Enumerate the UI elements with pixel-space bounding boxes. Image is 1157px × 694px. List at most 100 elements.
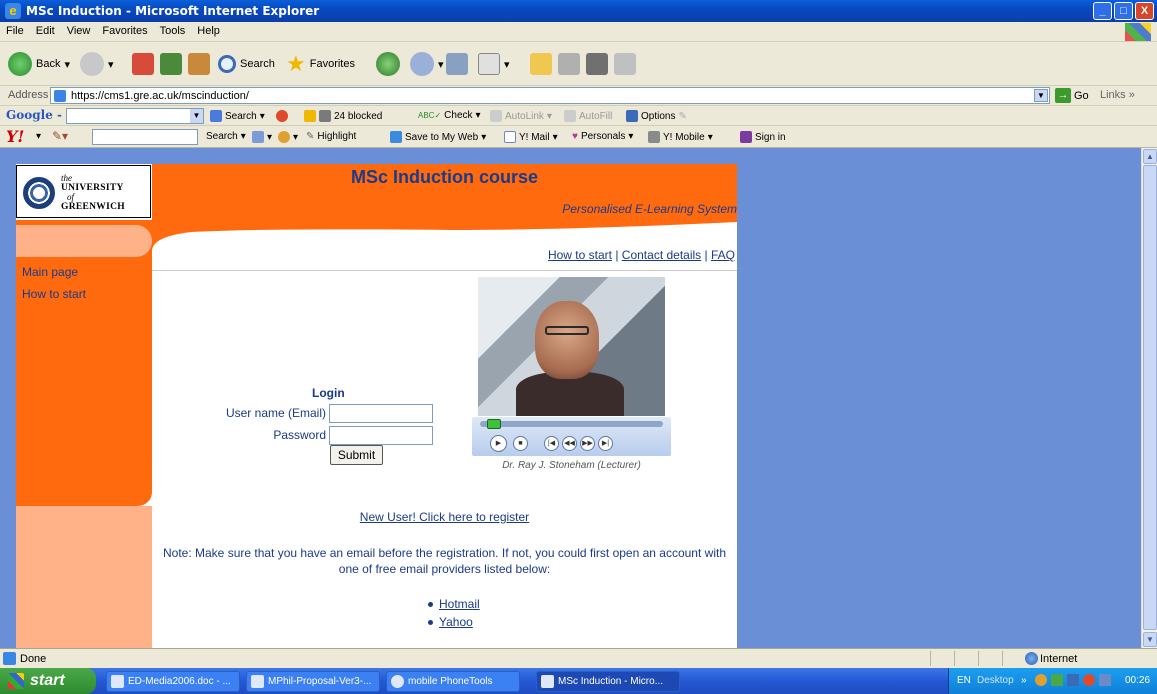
tray-app-icon[interactable] bbox=[1051, 674, 1063, 686]
google-search-input[interactable]: ▼ bbox=[66, 108, 204, 124]
submit-button[interactable]: Submit bbox=[330, 445, 383, 465]
menu-view[interactable]: View bbox=[61, 22, 97, 37]
home-icon bbox=[188, 53, 210, 75]
contact-details-link[interactable]: Contact details bbox=[622, 248, 701, 262]
yahoo-antispy-button[interactable]: ▾ bbox=[278, 131, 298, 143]
search-button[interactable]: Search bbox=[218, 50, 275, 78]
options-button[interactable]: Options ✎ bbox=[626, 110, 687, 122]
edit-button[interactable]: ▾ bbox=[478, 50, 510, 78]
network-icon[interactable] bbox=[1099, 674, 1111, 686]
word-doc-icon bbox=[111, 675, 124, 688]
google-dropdown-icon[interactable]: ▼ bbox=[190, 109, 203, 123]
yahoo-mail-button[interactable]: Y! Mail ▾ bbox=[504, 131, 558, 143]
next-button[interactable]: ▶| bbox=[598, 436, 613, 451]
seek-bar[interactable] bbox=[480, 421, 663, 427]
university-logo[interactable]: the UNIVERSITY of GREENWICH bbox=[16, 165, 151, 218]
popup-blocker-button[interactable]: 24 blocked bbox=[304, 110, 382, 122]
research-button[interactable] bbox=[586, 50, 608, 78]
rewind-button[interactable]: ◀◀ bbox=[562, 436, 577, 451]
sidebar-item-main-page[interactable]: Main page bbox=[22, 265, 78, 279]
favorites-button[interactable]: ★ Favorites bbox=[286, 50, 355, 78]
menu-edit[interactable]: Edit bbox=[30, 22, 61, 37]
how-to-start-link[interactable]: How to start bbox=[548, 248, 612, 262]
scroll-down-icon[interactable]: ▼ bbox=[1143, 632, 1157, 647]
clock[interactable]: 00:26 bbox=[1125, 675, 1150, 686]
pagerank-button[interactable] bbox=[276, 110, 288, 122]
yahoo-link[interactable]: Yahoo bbox=[439, 615, 473, 629]
sidebar-item-how-to-start[interactable]: How to start bbox=[22, 287, 86, 301]
password-field[interactable] bbox=[329, 426, 433, 445]
desktop-toolbar[interactable]: Desktop bbox=[977, 675, 1014, 686]
list-item: Yahoo bbox=[428, 615, 473, 629]
tray-app-icon[interactable] bbox=[1083, 674, 1095, 686]
address-dropdown-icon[interactable]: ▼ bbox=[1034, 89, 1048, 102]
vertical-scrollbar[interactable]: ▲ ▼ bbox=[1141, 148, 1157, 648]
menu-file[interactable]: File bbox=[0, 22, 30, 37]
taskbar-item-mphil-proposal[interactable]: MPhil-Proposal-Ver3-... bbox=[246, 671, 380, 692]
mail-icon bbox=[504, 131, 516, 143]
toolbar-chevron[interactable]: » bbox=[1021, 675, 1027, 686]
yahoo-dropdown-icon[interactable]: ▾ bbox=[36, 131, 41, 142]
maximize-button[interactable]: □ bbox=[1114, 2, 1133, 20]
home-button[interactable] bbox=[188, 50, 210, 78]
autofill-button[interactable]: AutoFill bbox=[564, 110, 612, 122]
mail-button[interactable]: ▾ bbox=[410, 50, 444, 78]
tray-app-icon[interactable] bbox=[1067, 674, 1079, 686]
yahoo-search-input[interactable] bbox=[92, 129, 198, 145]
favorites-label: Favorites bbox=[309, 58, 355, 70]
google-logo[interactable]: Google - bbox=[6, 108, 62, 122]
print-button[interactable] bbox=[446, 50, 468, 78]
yahoo-mobile-button[interactable]: Y! Mobile ▾ bbox=[648, 131, 713, 143]
register-link[interactable]: New User! Click here to register bbox=[152, 510, 737, 524]
tray-app-icon[interactable] bbox=[1035, 674, 1047, 686]
fast-forward-button[interactable]: ▶▶ bbox=[580, 436, 595, 451]
header-wave-decoration bbox=[152, 220, 737, 250]
username-field[interactable] bbox=[329, 404, 433, 423]
scroll-thumb[interactable] bbox=[1143, 165, 1157, 630]
seek-handle[interactable] bbox=[486, 419, 501, 429]
hotmail-link[interactable]: Hotmail bbox=[439, 597, 480, 611]
scroll-up-icon[interactable]: ▲ bbox=[1143, 149, 1157, 164]
autolink-button[interactable]: AutoLink ▾ bbox=[490, 110, 552, 122]
folder-icon bbox=[530, 53, 552, 75]
sign-in-button[interactable]: Sign in bbox=[740, 131, 786, 143]
google-search-button[interactable]: Search ▾ bbox=[210, 110, 265, 122]
menu-help[interactable]: Help bbox=[191, 22, 226, 37]
go-button[interactable]: → Go bbox=[1055, 88, 1089, 103]
messenger-button[interactable] bbox=[614, 50, 636, 78]
close-button[interactable]: X bbox=[1135, 2, 1154, 20]
taskbar-item-msc-induction[interactable]: MSc Induction - Micro... bbox=[536, 671, 680, 692]
yahoo-search-button[interactable]: Search ▾ bbox=[206, 131, 246, 142]
folder-button[interactable] bbox=[530, 50, 552, 78]
yahoo-logo[interactable]: Y! bbox=[6, 127, 24, 146]
spell-check-button[interactable]: ABC✓ Check ▾ bbox=[418, 110, 481, 121]
highlight-button[interactable]: ✎ Highlight bbox=[306, 131, 356, 142]
pencil-icon[interactable]: ✎▾ bbox=[52, 129, 68, 143]
stop-button[interactable] bbox=[132, 50, 154, 78]
stop-button[interactable]: ■ bbox=[513, 436, 528, 451]
start-button[interactable]: start bbox=[0, 668, 96, 694]
faq-link[interactable]: FAQ bbox=[711, 248, 735, 262]
links-button[interactable]: Links » bbox=[1100, 89, 1135, 101]
sidebar-decoration bbox=[16, 225, 152, 257]
yahoo-bookmarks-button[interactable]: ▾ bbox=[252, 131, 272, 143]
personals-button[interactable]: ♥ Personals ▾ bbox=[572, 131, 633, 142]
lecturer-video[interactable] bbox=[478, 277, 665, 416]
back-button[interactable]: Back ▾ bbox=[8, 50, 70, 78]
discuss-button[interactable] bbox=[558, 50, 580, 78]
taskbar-item-phonetools[interactable]: mobile PhoneTools bbox=[386, 671, 520, 692]
address-input[interactable]: https://cms1.gre.ac.uk/mscinduction/ ▼ bbox=[50, 87, 1050, 104]
previous-button[interactable]: |◀ bbox=[544, 436, 559, 451]
minimize-button[interactable]: _ bbox=[1093, 2, 1112, 20]
menu-favorites[interactable]: Favorites bbox=[96, 22, 153, 37]
menu-tools[interactable]: Tools bbox=[154, 22, 192, 37]
save-to-my-web-button[interactable]: Save to My Web ▾ bbox=[390, 131, 486, 143]
language-indicator[interactable]: EN bbox=[957, 675, 971, 686]
play-button[interactable]: ▶ bbox=[490, 435, 507, 452]
taskbar-item-ed-media[interactable]: ED-Media2006.doc - ... bbox=[106, 671, 240, 692]
forward-button[interactable]: ▾ bbox=[80, 50, 114, 78]
word-doc-icon bbox=[251, 675, 264, 688]
history-button[interactable] bbox=[376, 50, 400, 78]
standard-toolbar: Back ▾ ▾ Search ★ Favorites ▾ ▾ bbox=[0, 42, 1157, 86]
refresh-button[interactable] bbox=[160, 50, 182, 78]
